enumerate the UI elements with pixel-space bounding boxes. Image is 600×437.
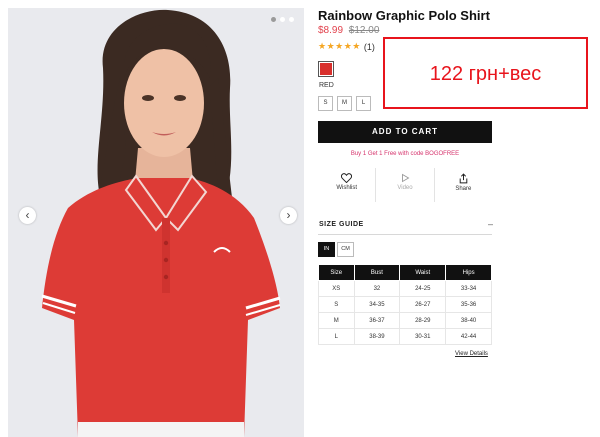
- rating[interactable]: ★★★★★ (1): [318, 41, 375, 52]
- table-row: XS 32 24-25 33-34: [318, 280, 492, 297]
- size-option-l[interactable]: L: [356, 96, 371, 111]
- share-icon: [459, 173, 468, 184]
- view-details-link[interactable]: View Details: [455, 351, 488, 357]
- review-count[interactable]: (1): [364, 42, 375, 52]
- size-selector: S M L: [318, 96, 371, 111]
- collapse-icon[interactable]: –: [488, 219, 493, 229]
- size-option-m[interactable]: M: [337, 96, 352, 111]
- table-row: L 38-39 30-31 42-44: [318, 328, 492, 345]
- selected-color-label: RED: [319, 82, 334, 89]
- product-image[interactable]: ‹ ›: [8, 8, 304, 437]
- promo-message: Buy 1 Get 1 Free with code BOGOFREE: [350, 151, 460, 157]
- table-cell: 38-40: [445, 312, 492, 329]
- table-cell: 35-36: [445, 296, 492, 313]
- table-row: M 36-37 28-29 38-40: [318, 312, 492, 329]
- column-header: Size: [318, 264, 355, 281]
- table-cell: 38-39: [353, 328, 401, 345]
- unit-cm-button[interactable]: CM: [337, 242, 354, 257]
- table-cell: 34-35: [353, 296, 401, 313]
- gallery-dot[interactable]: [280, 17, 285, 22]
- wishlist-button[interactable]: Wishlist: [318, 168, 375, 202]
- unit-inches-button[interactable]: IN: [318, 242, 335, 257]
- sale-price: $8.99: [318, 25, 344, 36]
- price-annotation-box: 122 грн+вес: [383, 37, 588, 109]
- gallery-dot[interactable]: [289, 17, 294, 22]
- table-header-row: Size Bust Waist Hips: [318, 264, 492, 281]
- heart-icon: [341, 173, 353, 183]
- column-header: Waist: [399, 264, 447, 281]
- size-chart-table: Size Bust Waist Hips XS 32 24-25 33-34 S…: [318, 264, 492, 345]
- chevron-left-icon: ‹: [25, 208, 30, 222]
- unit-toggle: IN CM: [318, 242, 354, 257]
- table-cell: 32: [353, 280, 401, 297]
- star-rating-icon: ★★★★★: [318, 41, 361, 51]
- table-cell: 36-37: [353, 312, 401, 329]
- original-price: $12.00: [348, 25, 380, 36]
- table-cell: M: [318, 312, 355, 329]
- product-actions: Wishlist Video Share: [318, 168, 492, 202]
- color-swatch-red[interactable]: [318, 61, 334, 77]
- add-to-cart-button[interactable]: ADD TO CART: [318, 121, 492, 143]
- video-button[interactable]: Video: [375, 168, 433, 202]
- divider: [318, 234, 492, 235]
- video-label: Video: [397, 185, 413, 191]
- table-cell: 26-27: [399, 296, 447, 313]
- table-cell: 33-34: [445, 280, 492, 297]
- share-label: Share: [455, 186, 472, 192]
- table-cell: L: [318, 328, 355, 345]
- share-button[interactable]: Share: [433, 168, 492, 202]
- wishlist-label: Wishlist: [336, 185, 357, 191]
- column-header: Hips: [445, 264, 492, 281]
- price: $8.99 $12.00: [318, 25, 379, 36]
- table-cell: 24-25: [399, 280, 447, 297]
- play-icon: [402, 173, 410, 183]
- gallery-dot[interactable]: [271, 17, 276, 22]
- previous-image-button[interactable]: ‹: [19, 207, 36, 224]
- product-title: Rainbow Graphic Polo Shirt: [318, 8, 490, 23]
- table-cell: XS: [318, 280, 355, 297]
- price-annotation-text: 122 грн+вес: [429, 63, 542, 85]
- size-option-s[interactable]: S: [318, 96, 333, 111]
- table-row: S 34-35 26-27 35-36: [318, 296, 492, 313]
- table-cell: 28-29: [399, 312, 447, 329]
- chevron-right-icon: ›: [286, 208, 291, 222]
- model-photo: [41, 9, 281, 437]
- table-cell: 30-31: [399, 328, 447, 345]
- next-image-button[interactable]: ›: [280, 207, 297, 224]
- size-guide-heading[interactable]: SIZE GUIDE: [319, 221, 364, 228]
- table-cell: S: [318, 296, 355, 313]
- table-cell: 42-44: [445, 328, 492, 345]
- gallery-pagination: [271, 17, 294, 22]
- column-header: Bust: [353, 264, 401, 281]
